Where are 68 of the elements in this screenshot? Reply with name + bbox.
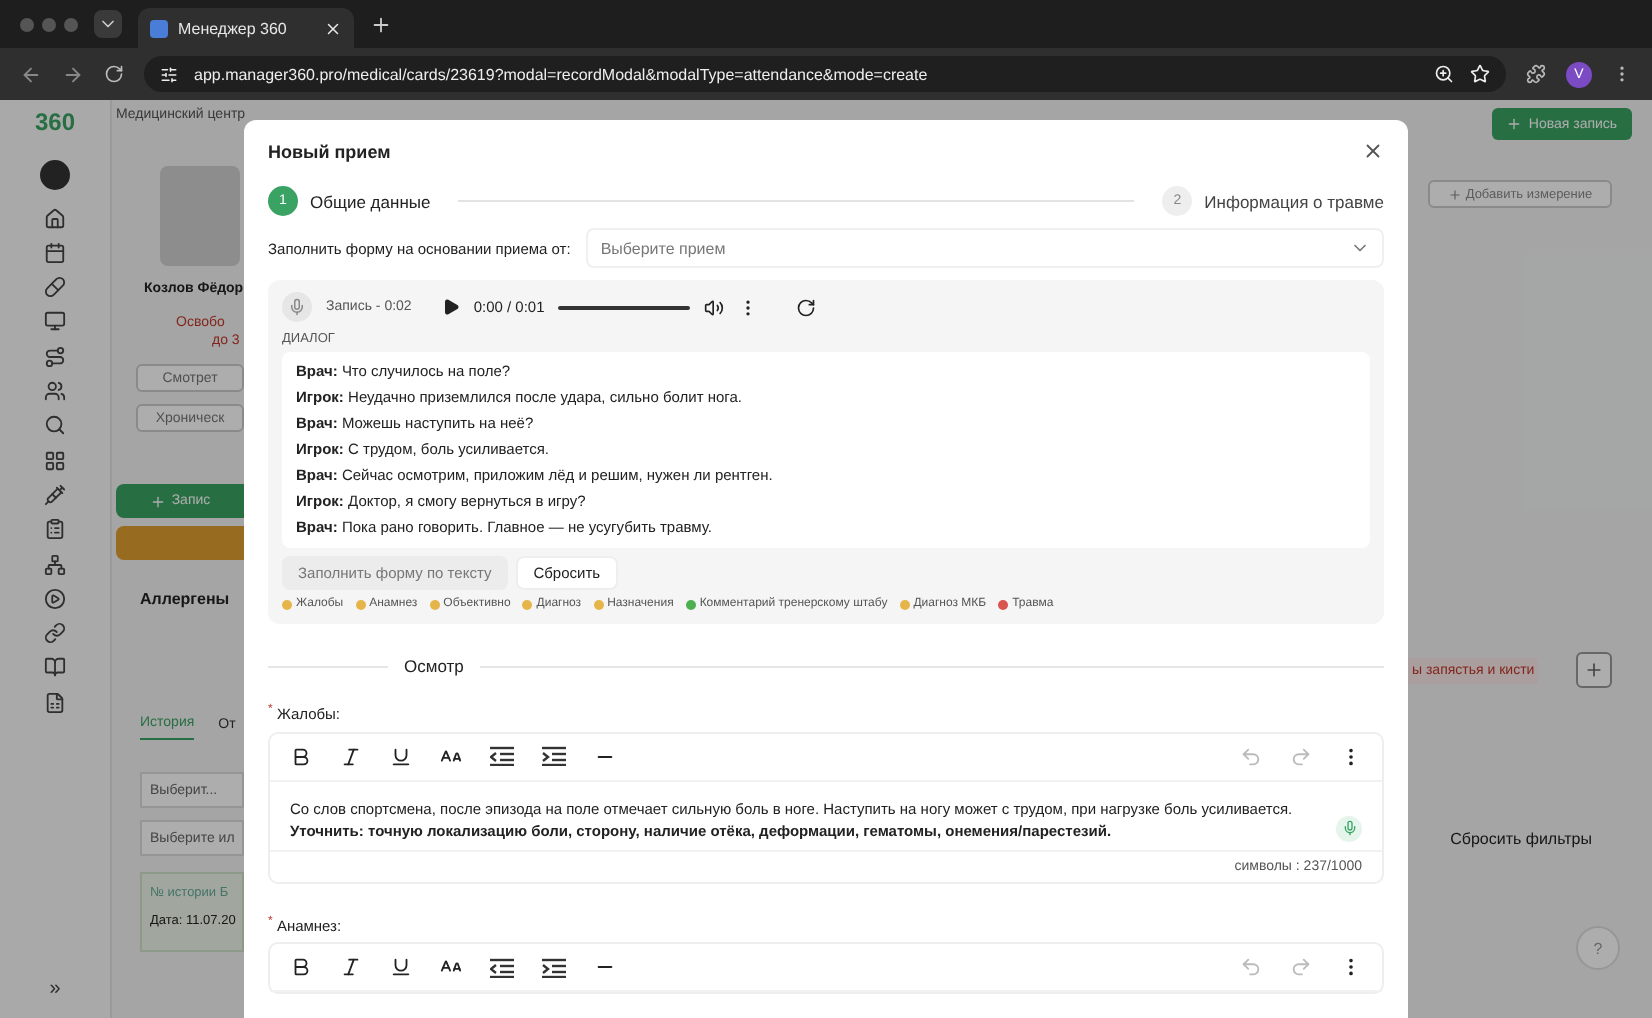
help-button[interactable]: ? [1576,926,1620,970]
users-icon[interactable] [44,380,66,403]
plus-icon [1447,187,1462,201]
microphone-icon [288,298,306,316]
bold-icon[interactable] [290,745,312,767]
step-label[interactable]: Общие данные [310,191,431,211]
reload-icon[interactable] [104,64,124,84]
clipboard-icon[interactable] [44,518,66,541]
expand-sidebar-button[interactable]: » [37,976,73,1002]
volume-icon[interactable] [704,297,725,317]
dialog-title: Новый прием [268,141,391,161]
tab-menu-button[interactable] [94,10,122,38]
underline-icon[interactable] [390,956,412,978]
site-settings-icon[interactable] [160,65,178,83]
reset-filters-button[interactable]: Сбросить фильтры [1438,828,1604,850]
address-bar[interactable]: app.manager360.pro/medical/cards/23619?modal=recordModal&modalType=attendance&mode=create [144,56,1506,92]
spreadsheet-icon[interactable] [44,691,66,714]
forward-icon[interactable] [62,63,84,85]
window-control-dot[interactable] [20,17,34,31]
window-control-dot[interactable] [64,17,78,31]
network-icon[interactable] [44,553,66,576]
favicon-icon [150,19,168,37]
search-icon[interactable] [44,414,66,437]
user-avatar[interactable] [40,160,70,191]
appointment-select[interactable]: Выберите прием [586,228,1384,268]
text-editor[interactable] [268,731,1384,883]
outdent-icon[interactable] [490,746,514,766]
new-tab-icon[interactable] [370,13,392,35]
bookmark-star-icon[interactable] [1470,64,1490,84]
photo-placeholder [160,166,240,266]
outdent-icon[interactable] [490,957,514,977]
close-icon[interactable] [1362,140,1384,162]
extensions-icon[interactable] [1526,64,1546,84]
book-icon[interactable] [44,656,66,679]
play-icon[interactable] [441,298,460,316]
play-icon[interactable] [44,587,66,610]
back-icon[interactable] [20,63,42,85]
italic-icon[interactable] [340,956,362,978]
microphone-button[interactable] [282,292,312,322]
monitor-icon[interactable] [44,310,66,333]
pill-icon[interactable] [44,276,66,299]
font-size-icon[interactable] [440,956,462,978]
section-title: Осмотр [404,656,464,676]
browser-tab[interactable]: Менеджер 360 [138,8,354,48]
plus-icon [149,493,166,509]
link-icon[interactable] [44,622,66,645]
italic-icon[interactable] [340,745,362,767]
route-icon[interactable] [44,345,66,368]
home-icon[interactable] [44,207,66,230]
indent-icon[interactable] [542,746,566,766]
zoom-icon[interactable] [1434,64,1454,84]
plus-icon [1584,660,1604,680]
add-button[interactable] [1576,652,1612,688]
calendar-icon[interactable] [44,241,66,264]
indent-icon[interactable] [542,957,566,977]
section-title: Аллергены [140,590,230,608]
underline-icon[interactable] [390,745,412,767]
microphone-icon[interactable] [1336,815,1362,841]
app-logo: 360 [34,108,76,136]
font-size-icon[interactable] [440,745,462,767]
bold-icon[interactable] [290,956,312,978]
step-label[interactable]: Информация о травме [1204,191,1384,211]
window-control-dot[interactable] [42,17,56,31]
syringe-icon[interactable] [44,483,66,506]
grid-icon[interactable] [44,449,66,472]
refresh-icon[interactable] [796,297,817,317]
plus-icon [1506,116,1523,132]
close-icon[interactable] [324,19,342,37]
